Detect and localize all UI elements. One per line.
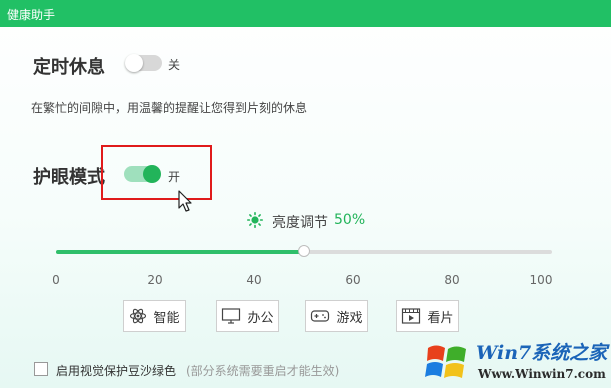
restart-note: (部分系统需要重启才能生效) (186, 364, 340, 378)
rest-state-label: 关 (168, 58, 181, 72)
toggle-knob (125, 54, 143, 72)
monitor-icon (222, 308, 241, 324)
tick-label: 40 (246, 273, 262, 287)
rest-section-title: 定时休息 (33, 57, 105, 78)
brightness-value: 50% (334, 212, 366, 228)
green-protection-label: 启用视觉保护豆沙绿色 (56, 364, 177, 378)
mode-smart-label: 智能 (153, 310, 180, 326)
window-title: 健康助手 (7, 8, 56, 22)
green-protection-checkbox[interactable] (34, 362, 48, 376)
watermark-url: Www.Winwin7.com (478, 367, 606, 381)
film-icon (402, 308, 421, 324)
mode-game-button[interactable]: 游戏 (305, 300, 368, 332)
mode-game-label: 游戏 (336, 310, 363, 326)
brightness-sun-icon (247, 212, 263, 228)
brightness-label: 亮度调节 (272, 215, 328, 231)
tick-label: 100 (529, 273, 553, 287)
mode-movie-button[interactable]: 看片 (396, 300, 459, 332)
windows-logo-icon (425, 345, 466, 378)
mode-movie-label: 看片 (427, 310, 454, 326)
mode-smart-button[interactable]: 智能 (123, 300, 186, 332)
mode-office-label: 办公 (247, 310, 274, 326)
tick-label: 80 (444, 273, 460, 287)
tick-label: 0 (52, 273, 60, 287)
watermark-brand: Win7系统之家 (476, 342, 608, 364)
brightness-slider[interactable] (56, 245, 552, 257)
mode-office-button[interactable]: 办公 (216, 300, 279, 332)
site-watermark: Win7系统之家 Www.Winwin7.com (418, 336, 611, 388)
slider-fill (56, 250, 304, 254)
tick-label: 60 (345, 273, 361, 287)
rest-description: 在繁忙的间隙中，用温馨的提醒让您得到片刻的休息 (31, 101, 308, 115)
highlight-box (101, 145, 212, 200)
rest-toggle[interactable] (125, 54, 162, 72)
atom-icon (130, 308, 147, 324)
eye-section-title: 护眼模式 (33, 167, 105, 188)
gamepad-icon (311, 310, 330, 322)
tick-label: 20 (147, 273, 163, 287)
title-bar: 健康助手 (0, 0, 611, 27)
slider-handle[interactable] (298, 245, 310, 257)
mouse-cursor-icon (178, 190, 192, 212)
